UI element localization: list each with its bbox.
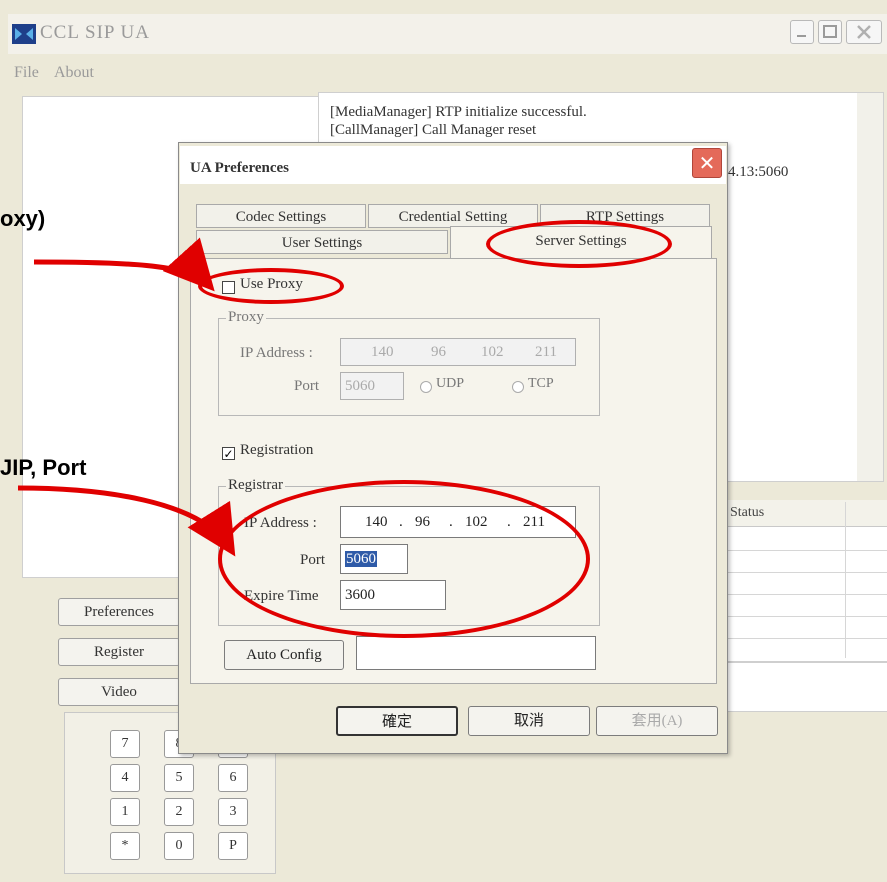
proxy-arrow — [33, 237, 215, 292]
annotation-arrows — [17, 237, 236, 557]
registrar-arrow — [17, 485, 236, 557]
registrar-annotation: JIP, Port — [0, 455, 87, 480]
proxy-annotation: oxy) — [0, 206, 46, 231]
